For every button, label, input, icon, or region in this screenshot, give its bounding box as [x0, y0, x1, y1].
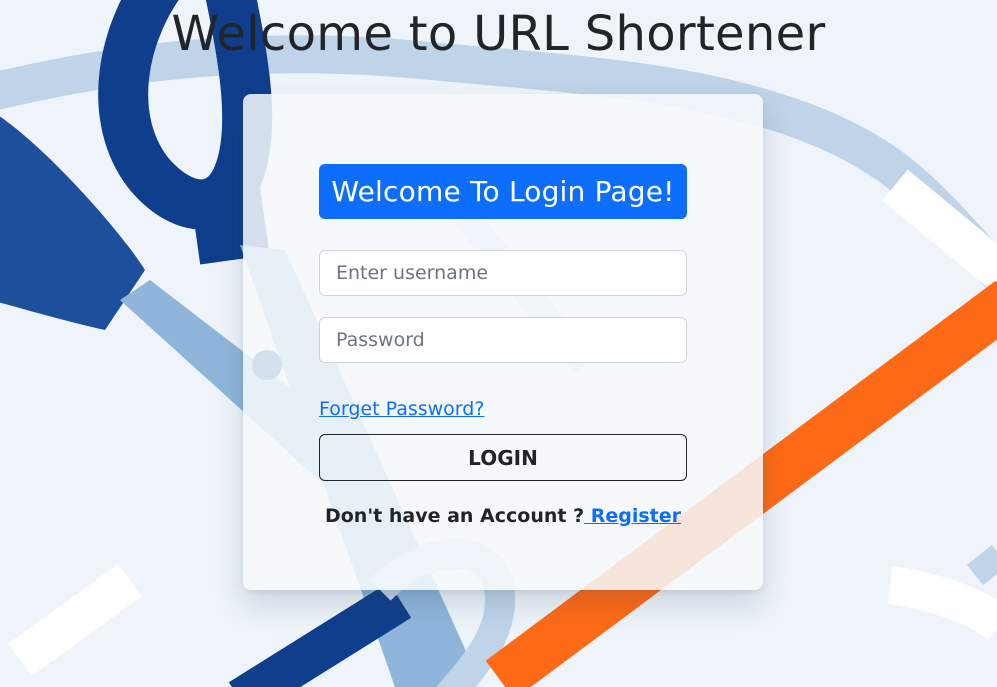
login-button[interactable]: LOGIN	[319, 434, 687, 481]
login-card-heading: Welcome To Login Page!	[319, 164, 687, 219]
dark-blue-line-bottom	[228, 582, 412, 687]
forgot-password-link[interactable]: Forget Password?	[319, 398, 484, 420]
login-card: Welcome To Login Page! Forget Password? …	[243, 94, 763, 590]
username-input[interactable]	[319, 250, 687, 296]
white-arc-right	[887, 566, 997, 641]
register-link[interactable]: Register	[584, 505, 681, 527]
page-title: Welcome to URL Shortener	[171, 6, 826, 62]
register-prompt-text: Don't have an Account ?	[324, 505, 585, 527]
light-blue-dash-right	[966, 544, 997, 586]
white-dash-left	[8, 563, 142, 677]
password-input[interactable]	[319, 317, 687, 363]
register-prompt: Don't have an Account ? Register	[243, 505, 763, 527]
